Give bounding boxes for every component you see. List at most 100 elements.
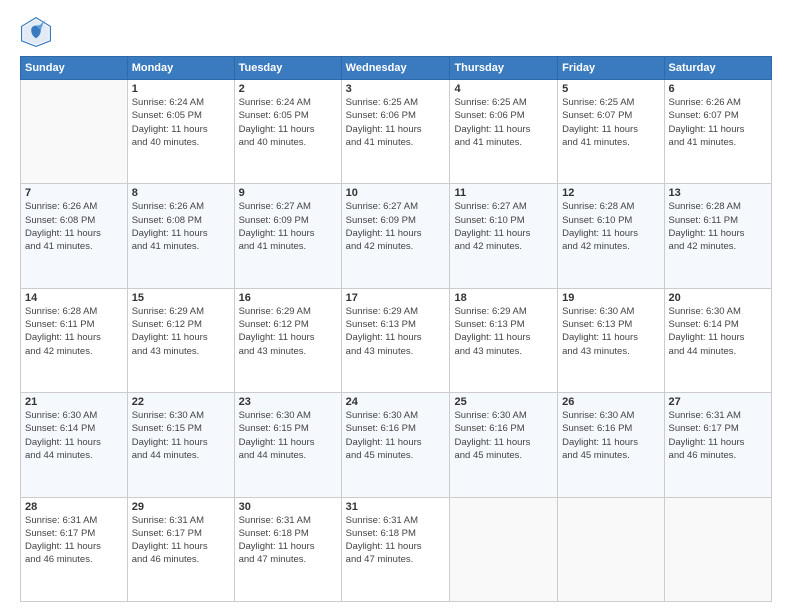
day-number: 14 bbox=[25, 292, 123, 304]
day-number: 8 bbox=[132, 187, 230, 199]
day-number: 4 bbox=[454, 83, 553, 95]
day-info: Sunrise: 6:30 AM Sunset: 6:16 PM Dayligh… bbox=[454, 409, 553, 462]
day-number: 26 bbox=[562, 396, 659, 408]
calendar-cell: 27Sunrise: 6:31 AM Sunset: 6:17 PM Dayli… bbox=[664, 393, 771, 497]
day-number: 17 bbox=[346, 292, 446, 304]
day-info: Sunrise: 6:27 AM Sunset: 6:10 PM Dayligh… bbox=[454, 200, 553, 253]
calendar-cell: 16Sunrise: 6:29 AM Sunset: 6:12 PM Dayli… bbox=[234, 288, 341, 392]
calendar-cell: 20Sunrise: 6:30 AM Sunset: 6:14 PM Dayli… bbox=[664, 288, 771, 392]
day-info: Sunrise: 6:29 AM Sunset: 6:13 PM Dayligh… bbox=[454, 305, 553, 358]
calendar-cell: 22Sunrise: 6:30 AM Sunset: 6:15 PM Dayli… bbox=[127, 393, 234, 497]
calendar-table: SundayMondayTuesdayWednesdayThursdayFrid… bbox=[20, 56, 772, 602]
day-number: 7 bbox=[25, 187, 123, 199]
calendar-cell: 4Sunrise: 6:25 AM Sunset: 6:06 PM Daylig… bbox=[450, 80, 558, 184]
day-info: Sunrise: 6:24 AM Sunset: 6:05 PM Dayligh… bbox=[239, 96, 337, 149]
day-number: 1 bbox=[132, 83, 230, 95]
calendar-cell: 8Sunrise: 6:26 AM Sunset: 6:08 PM Daylig… bbox=[127, 184, 234, 288]
calendar-cell: 9Sunrise: 6:27 AM Sunset: 6:09 PM Daylig… bbox=[234, 184, 341, 288]
day-header-wednesday: Wednesday bbox=[341, 57, 450, 80]
day-info: Sunrise: 6:30 AM Sunset: 6:15 PM Dayligh… bbox=[239, 409, 337, 462]
day-number: 5 bbox=[562, 83, 659, 95]
day-info: Sunrise: 6:30 AM Sunset: 6:14 PM Dayligh… bbox=[25, 409, 123, 462]
day-info: Sunrise: 6:29 AM Sunset: 6:12 PM Dayligh… bbox=[132, 305, 230, 358]
day-info: Sunrise: 6:26 AM Sunset: 6:07 PM Dayligh… bbox=[669, 96, 767, 149]
day-number: 19 bbox=[562, 292, 659, 304]
calendar-cell: 12Sunrise: 6:28 AM Sunset: 6:10 PM Dayli… bbox=[558, 184, 664, 288]
day-number: 16 bbox=[239, 292, 337, 304]
calendar-week-row: 21Sunrise: 6:30 AM Sunset: 6:14 PM Dayli… bbox=[21, 393, 772, 497]
day-info: Sunrise: 6:31 AM Sunset: 6:18 PM Dayligh… bbox=[346, 514, 446, 567]
day-number: 25 bbox=[454, 396, 553, 408]
day-info: Sunrise: 6:27 AM Sunset: 6:09 PM Dayligh… bbox=[239, 200, 337, 253]
day-number: 13 bbox=[669, 187, 767, 199]
day-info: Sunrise: 6:25 AM Sunset: 6:06 PM Dayligh… bbox=[454, 96, 553, 149]
day-number: 24 bbox=[346, 396, 446, 408]
calendar-week-row: 1Sunrise: 6:24 AM Sunset: 6:05 PM Daylig… bbox=[21, 80, 772, 184]
day-number: 11 bbox=[454, 187, 553, 199]
calendar-cell: 21Sunrise: 6:30 AM Sunset: 6:14 PM Dayli… bbox=[21, 393, 128, 497]
day-number: 6 bbox=[669, 83, 767, 95]
day-number: 30 bbox=[239, 501, 337, 513]
day-info: Sunrise: 6:30 AM Sunset: 6:15 PM Dayligh… bbox=[132, 409, 230, 462]
calendar-cell: 25Sunrise: 6:30 AM Sunset: 6:16 PM Dayli… bbox=[450, 393, 558, 497]
day-info: Sunrise: 6:30 AM Sunset: 6:16 PM Dayligh… bbox=[562, 409, 659, 462]
day-info: Sunrise: 6:30 AM Sunset: 6:14 PM Dayligh… bbox=[669, 305, 767, 358]
logo bbox=[20, 16, 56, 48]
calendar-cell: 29Sunrise: 6:31 AM Sunset: 6:17 PM Dayli… bbox=[127, 497, 234, 601]
calendar-cell: 28Sunrise: 6:31 AM Sunset: 6:17 PM Dayli… bbox=[21, 497, 128, 601]
day-number: 20 bbox=[669, 292, 767, 304]
day-number: 10 bbox=[346, 187, 446, 199]
day-info: Sunrise: 6:31 AM Sunset: 6:18 PM Dayligh… bbox=[239, 514, 337, 567]
calendar-cell: 15Sunrise: 6:29 AM Sunset: 6:12 PM Dayli… bbox=[127, 288, 234, 392]
logo-icon bbox=[20, 16, 52, 48]
day-info: Sunrise: 6:28 AM Sunset: 6:10 PM Dayligh… bbox=[562, 200, 659, 253]
day-number: 3 bbox=[346, 83, 446, 95]
calendar-week-row: 14Sunrise: 6:28 AM Sunset: 6:11 PM Dayli… bbox=[21, 288, 772, 392]
calendar-cell: 1Sunrise: 6:24 AM Sunset: 6:05 PM Daylig… bbox=[127, 80, 234, 184]
calendar-cell bbox=[664, 497, 771, 601]
day-info: Sunrise: 6:25 AM Sunset: 6:06 PM Dayligh… bbox=[346, 96, 446, 149]
day-info: Sunrise: 6:31 AM Sunset: 6:17 PM Dayligh… bbox=[669, 409, 767, 462]
day-header-tuesday: Tuesday bbox=[234, 57, 341, 80]
day-number: 12 bbox=[562, 187, 659, 199]
calendar-cell: 24Sunrise: 6:30 AM Sunset: 6:16 PM Dayli… bbox=[341, 393, 450, 497]
calendar-week-row: 28Sunrise: 6:31 AM Sunset: 6:17 PM Dayli… bbox=[21, 497, 772, 601]
page: SundayMondayTuesdayWednesdayThursdayFrid… bbox=[0, 0, 792, 612]
day-info: Sunrise: 6:27 AM Sunset: 6:09 PM Dayligh… bbox=[346, 200, 446, 253]
day-number: 2 bbox=[239, 83, 337, 95]
day-info: Sunrise: 6:26 AM Sunset: 6:08 PM Dayligh… bbox=[132, 200, 230, 253]
calendar-cell: 5Sunrise: 6:25 AM Sunset: 6:07 PM Daylig… bbox=[558, 80, 664, 184]
calendar-cell: 7Sunrise: 6:26 AM Sunset: 6:08 PM Daylig… bbox=[21, 184, 128, 288]
calendar-cell: 26Sunrise: 6:30 AM Sunset: 6:16 PM Dayli… bbox=[558, 393, 664, 497]
day-info: Sunrise: 6:28 AM Sunset: 6:11 PM Dayligh… bbox=[25, 305, 123, 358]
day-info: Sunrise: 6:28 AM Sunset: 6:11 PM Dayligh… bbox=[669, 200, 767, 253]
calendar-cell: 2Sunrise: 6:24 AM Sunset: 6:05 PM Daylig… bbox=[234, 80, 341, 184]
calendar-cell: 13Sunrise: 6:28 AM Sunset: 6:11 PM Dayli… bbox=[664, 184, 771, 288]
calendar-week-row: 7Sunrise: 6:26 AM Sunset: 6:08 PM Daylig… bbox=[21, 184, 772, 288]
day-header-thursday: Thursday bbox=[450, 57, 558, 80]
calendar-header-row: SundayMondayTuesdayWednesdayThursdayFrid… bbox=[21, 57, 772, 80]
calendar-cell: 14Sunrise: 6:28 AM Sunset: 6:11 PM Dayli… bbox=[21, 288, 128, 392]
day-number: 28 bbox=[25, 501, 123, 513]
day-number: 9 bbox=[239, 187, 337, 199]
calendar-cell bbox=[558, 497, 664, 601]
calendar-cell: 30Sunrise: 6:31 AM Sunset: 6:18 PM Dayli… bbox=[234, 497, 341, 601]
calendar-cell: 17Sunrise: 6:29 AM Sunset: 6:13 PM Dayli… bbox=[341, 288, 450, 392]
day-number: 31 bbox=[346, 501, 446, 513]
day-info: Sunrise: 6:31 AM Sunset: 6:17 PM Dayligh… bbox=[25, 514, 123, 567]
day-header-sunday: Sunday bbox=[21, 57, 128, 80]
day-info: Sunrise: 6:24 AM Sunset: 6:05 PM Dayligh… bbox=[132, 96, 230, 149]
calendar-cell: 10Sunrise: 6:27 AM Sunset: 6:09 PM Dayli… bbox=[341, 184, 450, 288]
day-info: Sunrise: 6:26 AM Sunset: 6:08 PM Dayligh… bbox=[25, 200, 123, 253]
day-info: Sunrise: 6:30 AM Sunset: 6:13 PM Dayligh… bbox=[562, 305, 659, 358]
calendar-cell bbox=[21, 80, 128, 184]
day-header-saturday: Saturday bbox=[664, 57, 771, 80]
day-info: Sunrise: 6:29 AM Sunset: 6:12 PM Dayligh… bbox=[239, 305, 337, 358]
calendar-cell: 23Sunrise: 6:30 AM Sunset: 6:15 PM Dayli… bbox=[234, 393, 341, 497]
calendar-cell bbox=[450, 497, 558, 601]
calendar-cell: 3Sunrise: 6:25 AM Sunset: 6:06 PM Daylig… bbox=[341, 80, 450, 184]
calendar-cell: 6Sunrise: 6:26 AM Sunset: 6:07 PM Daylig… bbox=[664, 80, 771, 184]
header bbox=[20, 16, 772, 48]
day-info: Sunrise: 6:31 AM Sunset: 6:17 PM Dayligh… bbox=[132, 514, 230, 567]
day-number: 15 bbox=[132, 292, 230, 304]
